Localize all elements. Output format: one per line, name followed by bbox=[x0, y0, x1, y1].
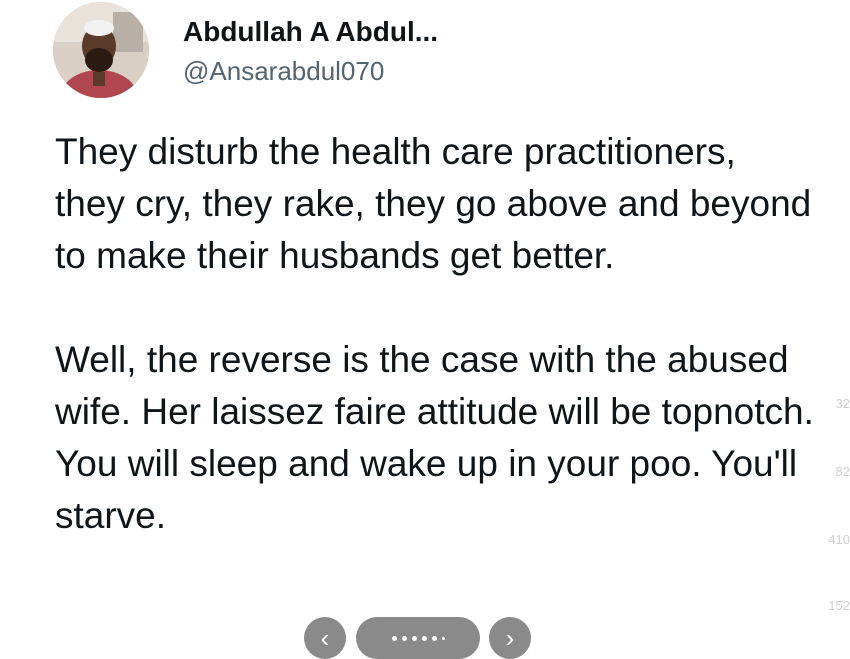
carousel-prev-button[interactable]: ‹ bbox=[304, 617, 346, 659]
author-handle[interactable]: @Ansarabdul070 bbox=[183, 56, 384, 87]
pagination-dot[interactable] bbox=[391, 635, 397, 641]
pagination-dot[interactable] bbox=[441, 636, 445, 640]
tweet-body: They disturb the health care practitione… bbox=[55, 126, 815, 542]
tweet-paragraph-2: Well, the reverse is the case with the a… bbox=[55, 339, 814, 536]
avatar-photo bbox=[53, 2, 149, 98]
faint-count-4: 152 bbox=[828, 598, 850, 613]
pagination-dot[interactable] bbox=[411, 635, 417, 641]
author-avatar[interactable] bbox=[53, 2, 149, 98]
pagination-dot[interactable] bbox=[431, 635, 437, 641]
author-display-name[interactable]: Abdullah A Abdul... bbox=[183, 16, 438, 48]
chevron-left-icon: ‹ bbox=[320, 623, 330, 653]
faint-count-1: 32 bbox=[835, 396, 850, 411]
carousel-pagination[interactable] bbox=[356, 617, 480, 659]
pagination-dot[interactable] bbox=[421, 635, 427, 641]
faint-count-2: 82 bbox=[835, 464, 850, 479]
chevron-right-icon: › bbox=[505, 623, 515, 653]
pagination-dot[interactable] bbox=[401, 635, 407, 641]
faint-count-3: 410 bbox=[828, 532, 850, 547]
tweet-paragraph-1: They disturb the health care practitione… bbox=[55, 131, 812, 276]
carousel-next-button[interactable]: › bbox=[489, 617, 531, 659]
